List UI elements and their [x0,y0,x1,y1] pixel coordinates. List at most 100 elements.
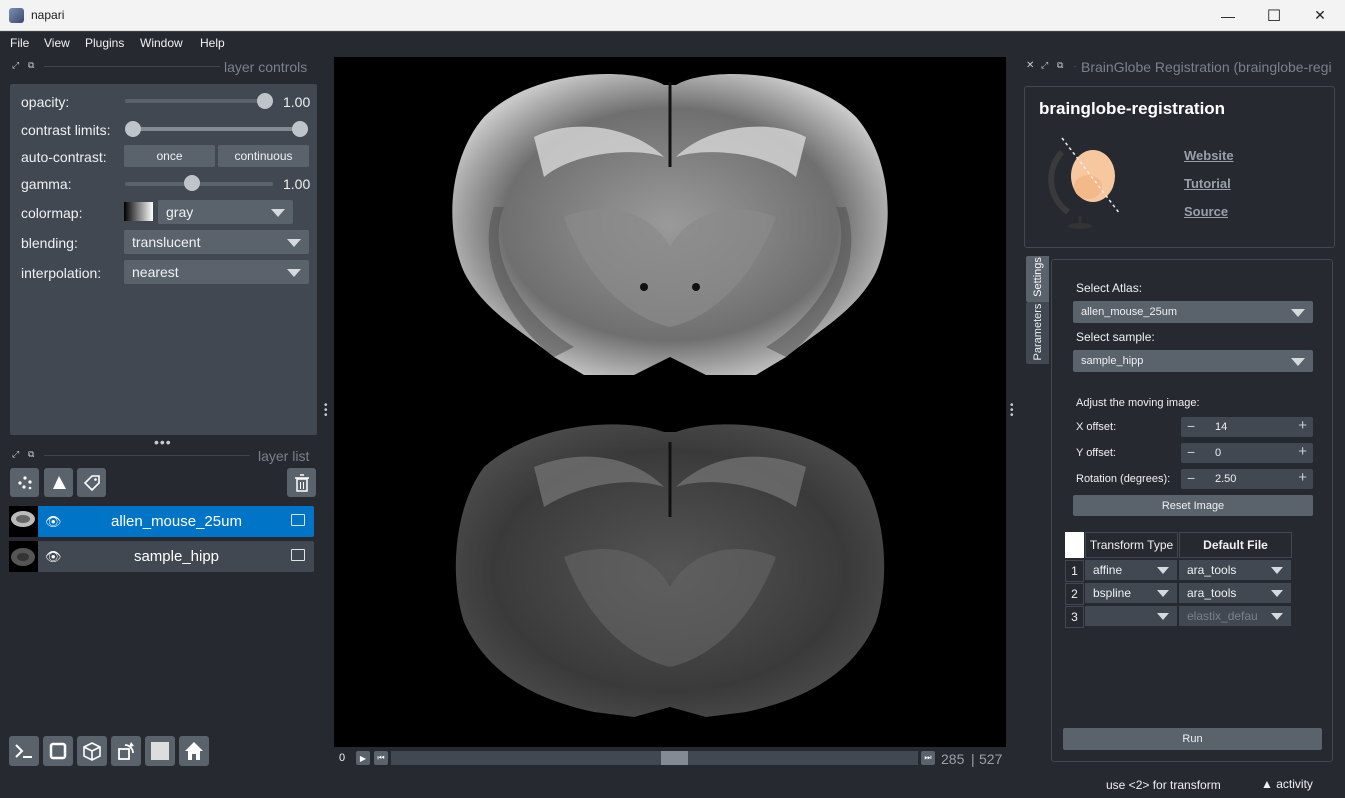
atlas-select[interactable]: allen_mouse_25um [1073,301,1313,323]
default-file-select[interactable]: ara_tools [1179,560,1291,580]
activity-button[interactable]: ▲ activity [1261,777,1313,791]
y-offset-value[interactable]: 0 [1215,447,1221,459]
blending-select[interactable]: translucent [124,230,309,254]
tutorial-link[interactable]: Tutorial [1184,176,1231,191]
minus-icon[interactable]: − [1187,470,1195,486]
play-button[interactable]: ▶ [356,751,370,765]
plugin-dock-title: BrainGlobe Registration (brainglobe-regi [1081,59,1332,75]
row-header[interactable]: 2 [1065,583,1084,605]
tab-parameters[interactable]: Parameters [1026,302,1049,364]
row-header[interactable]: 1 [1065,560,1084,582]
roll-dims-button[interactable] [77,736,107,766]
interpolation-select[interactable]: nearest [124,260,309,284]
menu-view[interactable]: View [44,36,70,50]
visibility-eye-icon[interactable]: 👁 [45,514,62,530]
reset-image-button[interactable]: Reset Image [1073,495,1313,516]
contrast-limits-slider[interactable] [132,127,302,131]
visibility-eye-icon[interactable]: 👁 [45,549,62,565]
plus-icon[interactable]: + [1298,417,1307,434]
column-header-default-file[interactable]: Default File [1179,532,1292,558]
y-offset-label: Y offset: [1076,447,1116,459]
plus-icon[interactable]: + [1298,469,1307,486]
dock-close-icon[interactable]: ✕ [1026,60,1034,71]
layer-name[interactable]: sample_hipp [79,548,274,565]
dock-divider [44,455,250,456]
delete-layer-button[interactable] [287,468,316,497]
home-button[interactable] [179,736,209,766]
console-button[interactable] [9,736,39,766]
chevron-down-icon [1291,309,1305,317]
title-bar: napari — ☐ ✕ [0,0,1345,31]
website-link[interactable]: Website [1184,148,1234,163]
dock-float-icon[interactable]: ⧉ [28,449,34,460]
contrast-min-handle[interactable] [125,121,141,137]
minimize-button[interactable]: — [1205,0,1251,31]
menu-file[interactable]: File [10,36,29,50]
step-forward-button[interactable]: ⏭ [921,751,935,765]
atlas-value: allen_mouse_25um [1081,306,1178,318]
step-back-button[interactable]: ⏮ [374,751,388,765]
dims-slider-handle[interactable] [661,751,688,765]
gamma-slider-handle[interactable] [184,175,200,191]
dims-slider-track[interactable] [391,751,918,765]
current-frame[interactable]: 285 [941,751,964,767]
sample-section [455,424,885,717]
colormap-select[interactable]: gray [158,200,293,224]
row-header[interactable]: 3 [1065,606,1084,628]
new-shapes-layer-button[interactable] [44,468,73,497]
layer-row-allen-mouse[interactable]: 👁 allen_mouse_25um [9,506,314,537]
tab-settings[interactable]: Settings [1026,256,1049,302]
minus-icon[interactable]: − [1187,418,1195,434]
sample-select[interactable]: sample_hipp [1073,350,1313,372]
layer-row-sample-hipp[interactable]: 👁 sample_hipp [9,541,314,572]
rotation-label: Rotation (degrees): [1076,473,1171,485]
transpose-button[interactable] [111,736,141,766]
menu-help[interactable]: Help [200,36,225,50]
menu-window[interactable]: Window [140,36,183,50]
dock-undock-icon[interactable]: ⤢ [1041,60,1048,71]
column-header-transform-type[interactable]: Transform Type [1085,532,1178,558]
close-button[interactable]: ✕ [1297,0,1343,31]
rotation-value[interactable]: 2.50 [1215,473,1236,485]
opacity-value[interactable]: 1.00 [283,94,310,110]
default-file-select[interactable]: ara_tools [1179,583,1291,603]
rotation-spinbox[interactable]: − 2.50 + [1181,469,1313,489]
viewer-canvas[interactable] [334,57,1006,747]
new-labels-layer-button[interactable] [77,468,106,497]
splitter-handle-icon[interactable]: ••• [154,434,172,450]
x-offset-value[interactable]: 14 [1215,421,1227,433]
transform-type-value: bspline [1093,586,1132,600]
gamma-value[interactable]: 1.00 [283,176,310,192]
maximize-button[interactable]: ☐ [1251,0,1297,31]
dock-float-icon[interactable]: ⧉ [28,60,34,71]
opacity-slider[interactable] [125,99,273,103]
auto-contrast-continuous-button[interactable]: continuous [218,145,309,167]
menu-plugins[interactable]: Plugins [85,36,124,50]
auto-contrast-once-button[interactable]: once [124,145,215,167]
run-button[interactable]: Run [1063,728,1322,750]
source-link[interactable]: Source [1184,204,1228,219]
plus-icon[interactable]: + [1298,443,1307,460]
left-dock-splitter-icon[interactable]: • • • [324,401,328,421]
new-points-layer-button[interactable] [10,468,39,497]
contrast-max-handle[interactable] [292,121,308,137]
x-offset-spinbox[interactable]: − 14 + [1181,417,1313,437]
transform-type-select[interactable]: bspline [1085,583,1177,603]
opacity-slider-handle[interactable] [257,93,273,109]
sample-value: sample_hipp [1081,355,1144,367]
right-dock-splitter-icon[interactable]: • • • [1010,401,1014,421]
grid-toggle-button[interactable] [145,736,175,766]
dock-close-icon[interactable]: ⤢ [12,449,19,460]
select-atlas-label: Select Atlas: [1076,281,1143,295]
total-frames: 527 [979,751,1003,767]
transform-type-select[interactable] [1085,606,1177,626]
dock-float-icon[interactable]: ⧉ [1057,60,1063,71]
default-file-select[interactable]: elastix_defau [1179,606,1291,626]
y-offset-spinbox[interactable]: − 0 + [1181,443,1313,463]
dock-close-icon[interactable]: ⤢ [12,60,19,71]
layer-name[interactable]: allen_mouse_25um [79,513,274,530]
minus-icon[interactable]: − [1187,444,1195,460]
table-corner[interactable] [1065,532,1084,558]
transform-type-select[interactable]: affine [1085,560,1177,580]
ndisplay-toggle-button[interactable] [43,736,73,766]
